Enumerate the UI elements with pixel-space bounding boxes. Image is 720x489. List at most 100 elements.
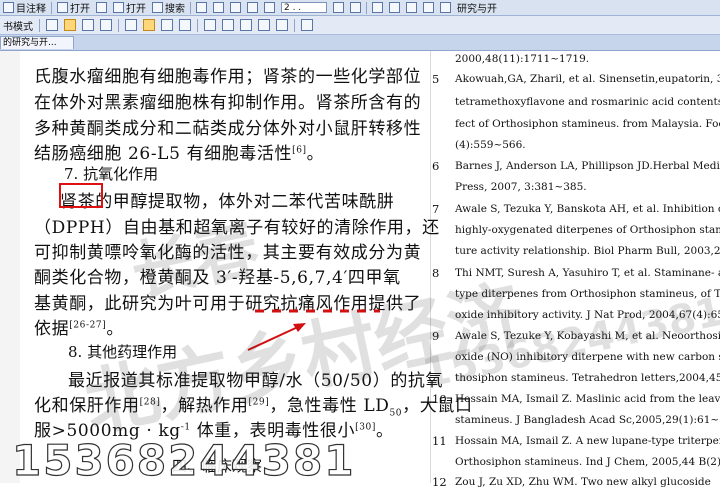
continuous-icon (143, 19, 155, 31)
toolbar-select-button[interactable] (227, 1, 244, 14)
settings-icon (301, 19, 313, 31)
left-line-10: 依据[26-27]。 (34, 314, 124, 339)
toolbar-menu-tail[interactable]: 研究与开 (454, 1, 500, 15)
watermark-phone: 15368244381 (11, 435, 356, 485)
settings-button[interactable] (298, 19, 316, 31)
toolbar-annotate-label: 目注释 (16, 4, 46, 15)
toolbar-zoom-out-button[interactable] (210, 1, 227, 14)
citation-ref: [28] (139, 397, 161, 408)
left-line-12: 化和保肝作用[28]，解热作用[29]，急性毒性 LD50，大鼠口 (34, 391, 473, 418)
citation-ref: [30] (355, 422, 376, 433)
toolbar-tool-button[interactable] (420, 1, 437, 14)
left-line-5-text: 的甲醇提取物，体外对二苯代苦味酰肼 (95, 192, 395, 212)
select-tool-button[interactable] (43, 19, 61, 31)
left-line-7: 可抑制黄嘌呤氧化酶的活性，其主要有效成分为黄 (34, 243, 422, 263)
section-heading-8: 8. 其他药理作用 (68, 343, 178, 361)
toolbar-separator (51, 1, 52, 14)
ref-line: oxide inhibitory activity. J Nat Prod, 2… (455, 309, 720, 321)
ref-line: Hossain MA, Ismail Z. Maslinic acid from… (455, 393, 720, 405)
strikethrough-icon (258, 19, 270, 31)
toolbar-separator (366, 1, 367, 14)
toolbar-tool-button[interactable] (386, 1, 403, 14)
toolbar-page-button[interactable] (244, 1, 261, 14)
ref-line: Thi NMT, Suresh A, Yasuhiro T, et al. St… (455, 267, 720, 279)
facing-continuous-icon (179, 19, 191, 31)
select-icon (230, 2, 241, 13)
annotate-icon (3, 2, 14, 13)
secondary-toolbar: 书模式 (0, 16, 720, 35)
toolbar-search-label: 搜索 (165, 4, 185, 15)
toolbar-separator (118, 18, 119, 32)
tool-icon (372, 2, 383, 13)
toolbar-open2-button[interactable]: 打开 (110, 1, 149, 15)
toolbar-tool-button[interactable] (403, 1, 420, 14)
left-line-10-end: 。 (106, 319, 124, 339)
toolbar-separator (190, 1, 191, 14)
hand-tool-button[interactable] (61, 19, 79, 31)
text-select-button[interactable] (79, 19, 97, 31)
underline-icon (240, 19, 252, 31)
folder-icon (113, 2, 124, 13)
citation-ref: [29] (248, 397, 270, 408)
search-icon (152, 2, 163, 13)
left-line-5: 肾茶的甲醇提取物，体外对二苯代苦味酰肼 (60, 187, 394, 212)
left-line-8: 酮类化合物，橙黄酮及 3′-羟基-5,6,7,4′四甲氧 (34, 268, 401, 288)
page-gutter (0, 51, 20, 483)
open-icon (57, 2, 68, 13)
book-mode-label: 书模式 (3, 21, 33, 33)
facing-button[interactable] (158, 19, 176, 31)
left-line-4-end: 。 (306, 144, 325, 164)
single-page-button[interactable] (122, 19, 140, 31)
tab-document[interactable]: 的研究与开... (0, 36, 74, 49)
toolbar-next-button[interactable] (347, 1, 364, 14)
ref-line: Hossain MA, Ismail Z. A new lupane-type … (455, 435, 720, 447)
toolbar-prev-button[interactable] (330, 1, 347, 14)
toolbar-open-button[interactable]: 打开 (54, 1, 93, 15)
ref-line: oxide (NO) inhibitory diterpene with new… (455, 351, 720, 363)
left-line-1: 氏腹水瘤细胞有细胞毒作用；肾茶的一些化学部位 (34, 67, 422, 87)
left-line-12-a: 化和保肝作用 (34, 396, 140, 416)
note-button[interactable] (273, 19, 291, 31)
strike-button[interactable] (255, 19, 273, 31)
chevron-left-icon (333, 2, 344, 13)
superscript: -1 (180, 422, 191, 433)
ref-number: 12 (432, 475, 447, 489)
toolbar-zoom-in-button[interactable] (193, 1, 210, 14)
underline-button[interactable] (237, 19, 255, 31)
highlight-box (59, 183, 103, 208)
text-annot-button[interactable] (219, 19, 237, 31)
toolbar-fit-button[interactable] (261, 1, 278, 14)
facing-icon (161, 19, 173, 31)
toolbar-separator (197, 18, 198, 32)
toolbar-search-button[interactable]: 搜索 (149, 1, 188, 15)
single-page-icon (125, 19, 137, 31)
continuous-button[interactable] (140, 19, 158, 31)
main-toolbar: 目注释 打开 打开 搜索 2 . . 研究与开 (0, 0, 720, 16)
ref-number: 8 (432, 266, 440, 280)
facing-continuous-button[interactable] (176, 19, 194, 31)
ref-line: Barnes J, Anderson LA, Phillipson JD.Her… (455, 160, 720, 172)
toolbar-annotate[interactable]: 目注释 (0, 1, 49, 15)
left-line-12-c: ，急性毒性 LD (269, 396, 390, 416)
left-line-9: 基黄酮，此研究为叶可用于研究抗痛风作用提供了 (34, 294, 422, 314)
zoom-in-icon (196, 2, 207, 13)
left-line-4: 结肠癌细胞 26-L5 有细胞毒活性[6]。 (34, 139, 324, 164)
tool-icon (440, 2, 451, 13)
citation-ref: [26-27] (69, 320, 107, 331)
ref-line: ture activity relationship. Biol Pharm B… (455, 245, 720, 257)
hand-icon (64, 19, 76, 31)
toolbar-zoom-select[interactable]: 2 . . (278, 1, 330, 14)
snapshot-button[interactable] (97, 19, 115, 31)
tool-icon (389, 2, 400, 13)
zoom-out-icon (213, 2, 224, 13)
ref-line: tetramethoxyflavone and rosmarinic acid … (455, 96, 720, 108)
toolbar-tool-button[interactable] (437, 1, 454, 14)
toolbar-print-button[interactable] (93, 1, 110, 14)
toolbar-tool-button[interactable] (369, 1, 386, 14)
toolbar-separator (39, 18, 40, 32)
book-mode-button[interactable]: 书模式 (0, 18, 36, 33)
ref-number: 10 (432, 392, 447, 406)
left-line-13-end: 。 (375, 421, 394, 441)
fit-icon (264, 2, 275, 13)
highlight-button[interactable] (201, 19, 219, 31)
